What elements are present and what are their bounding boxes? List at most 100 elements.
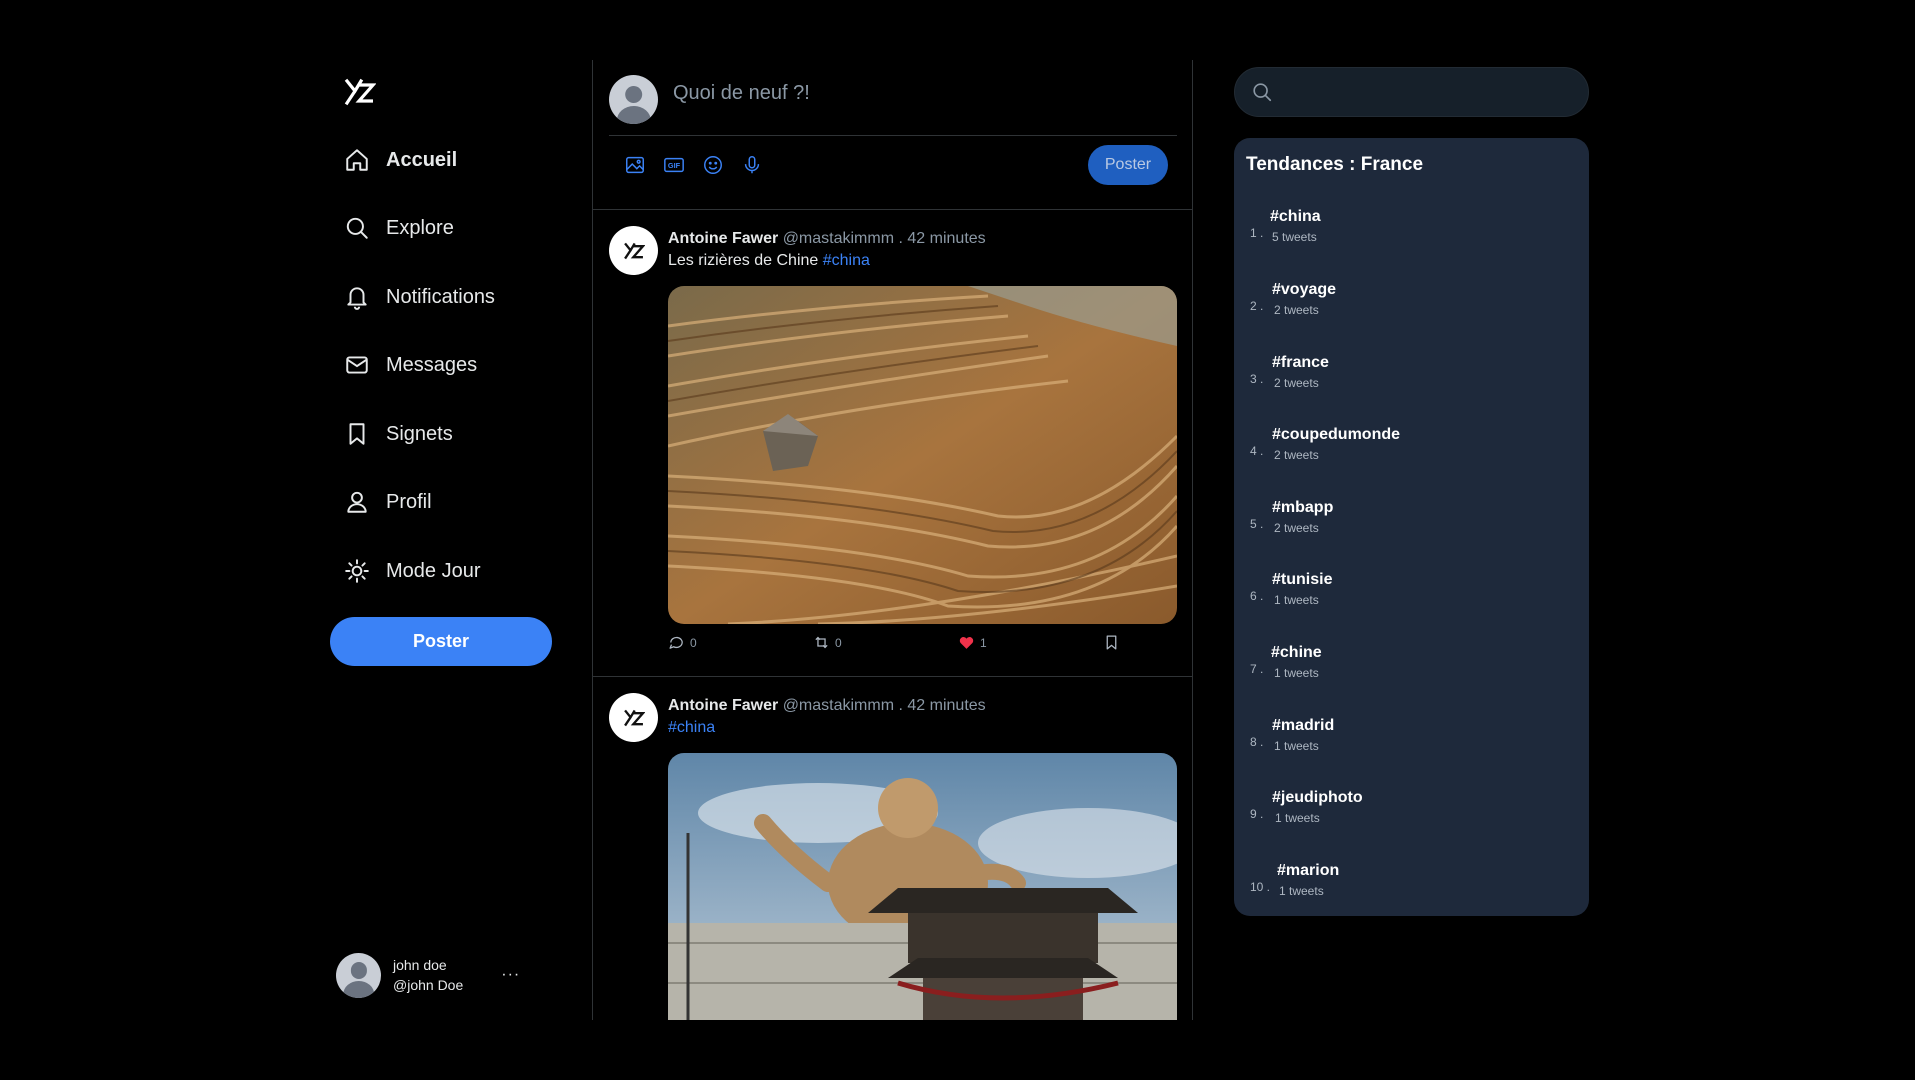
trend-item[interactable]: 8 . #madrid 1 tweets — [1250, 717, 1570, 777]
hashtag-link[interactable]: #china — [668, 719, 715, 736]
author-avatar[interactable] — [609, 226, 658, 275]
app-logo-icon — [623, 242, 645, 259]
tweet-image[interactable] — [668, 286, 1177, 624]
user-icon — [347, 491, 367, 513]
trend-item[interactable]: 6 . #tunisie 1 tweets — [1250, 571, 1570, 631]
user-name: john doe — [393, 957, 447, 973]
trend-item[interactable]: 7 . #chine 1 tweets — [1250, 644, 1570, 704]
avatar — [609, 75, 658, 124]
nav-label: Notifications — [386, 285, 495, 308]
trends-title: Tendances : France — [1246, 154, 1424, 175]
trend-item[interactable]: 9 . #jeudiphoto 1 tweets — [1250, 789, 1570, 849]
image-icon[interactable] — [624, 154, 646, 176]
gif-icon[interactable]: GIF — [663, 154, 685, 176]
trend-count: 2 tweets — [1274, 376, 1319, 390]
nav-item-signets[interactable]: Signets — [344, 414, 453, 454]
trend-count: 1 tweets — [1274, 739, 1319, 753]
author-name[interactable]: Antoine Fawer — [668, 697, 778, 714]
nav-label: Explore — [386, 216, 454, 239]
trend-hashtag[interactable]: #tunisie — [1272, 571, 1332, 589]
bookmark-icon — [349, 423, 365, 445]
hashtag-link[interactable]: #china — [823, 252, 870, 269]
trend-rank: 10 . — [1250, 880, 1271, 894]
nav-item-messages[interactable]: Messages — [344, 345, 477, 385]
tweet[interactable]: Antoine Fawer @mastakimmm . 42 minutes L… — [593, 210, 1192, 677]
tweet-time: . 42 minutes — [898, 697, 986, 714]
app-logo-icon[interactable] — [344, 76, 377, 108]
nav-item-notifications[interactable]: Notifications — [344, 277, 495, 317]
trend-count: 1 tweets — [1275, 811, 1320, 825]
composer-post-button[interactable]: Poster — [1088, 145, 1168, 185]
bell-icon — [347, 287, 367, 310]
user-handle: @john Doe — [393, 977, 464, 993]
home-icon — [346, 149, 368, 171]
tweet[interactable]: Antoine Fawer @mastakimmm . 42 minutes #… — [593, 677, 1192, 1020]
trend-hashtag[interactable]: #madrid — [1272, 717, 1334, 735]
comment-icon — [669, 636, 683, 649]
trend-rank: 3 . — [1250, 372, 1264, 386]
mail-icon — [346, 356, 368, 374]
tweet-image[interactable] — [668, 753, 1177, 1020]
trend-count: 1 tweets — [1274, 593, 1319, 607]
trend-item[interactable]: 5 . #mbapp 2 tweets — [1250, 499, 1570, 559]
svg-text:GIF: GIF — [668, 161, 681, 170]
nav-item-explore[interactable]: Explore — [344, 208, 454, 248]
nav-item-profil[interactable]: Profil — [344, 482, 432, 522]
trend-count: 1 tweets — [1279, 884, 1324, 898]
tweet-text: #china — [668, 719, 715, 737]
nav-label: Accueil — [386, 148, 458, 171]
trend-hashtag[interactable]: #jeudiphoto — [1272, 789, 1363, 807]
tweet-composer: Quoi de neuf ?! GIF Poster — [593, 60, 1192, 210]
author-handle[interactable]: @mastakimmm — [783, 230, 894, 247]
comment-count: 0 — [690, 635, 697, 650]
compose-input[interactable]: Quoi de neuf ?! — [673, 82, 810, 105]
search-icon — [346, 217, 368, 239]
author-handle[interactable]: @mastakimmm — [783, 697, 894, 714]
poster-button[interactable]: Poster — [330, 617, 552, 666]
main-feed: Quoi de neuf ?! GIF Poster Antoine Fawer… — [592, 60, 1193, 1020]
trend-rank: 6 . — [1250, 589, 1264, 603]
author-name[interactable]: Antoine Fawer — [668, 230, 778, 247]
like-count: 1 — [980, 635, 987, 650]
tweet-text: Les rizières de Chine #china — [668, 252, 870, 270]
search-input[interactable] — [1283, 83, 1563, 101]
sun-icon — [345, 559, 369, 583]
trend-rank: 9 . — [1250, 807, 1264, 821]
trend-hashtag[interactable]: #coupedumonde — [1272, 426, 1400, 444]
trend-item[interactable]: 4 . #coupedumonde 2 tweets — [1250, 426, 1570, 486]
nav-item-accueil[interactable]: Accueil — [344, 140, 457, 180]
retweet-icon — [815, 636, 828, 649]
more-options-icon[interactable]: ··· — [501, 966, 520, 984]
trend-hashtag[interactable]: #mbapp — [1272, 499, 1333, 517]
nav-label: Messages — [386, 353, 478, 376]
account-switcher[interactable]: john doe @john Doe ··· — [336, 950, 546, 1000]
trend-rank: 2 . — [1250, 299, 1264, 313]
trend-hashtag[interactable]: #marion — [1277, 862, 1339, 880]
microphone-icon[interactable] — [741, 154, 763, 176]
nav-label: Mode Jour — [386, 559, 481, 582]
trend-item[interactable]: 3 . #france 2 tweets — [1250, 354, 1570, 414]
trend-item[interactable]: 10 . #marion 1 tweets — [1250, 862, 1570, 922]
nav-item-mode-jour[interactable]: Mode Jour — [344, 551, 481, 591]
app-logo-icon — [623, 709, 645, 726]
trend-hashtag[interactable]: #chine — [1271, 644, 1322, 662]
retweet-button[interactable]: 0 — [813, 634, 842, 651]
left-sidebar: Accueil Explore Notifications Messages S… — [330, 60, 560, 1020]
trend-hashtag[interactable]: #china — [1270, 208, 1321, 226]
trend-rank: 1 . — [1250, 226, 1264, 240]
bookmark-button[interactable] — [1103, 634, 1120, 651]
trend-hashtag[interactable]: #france — [1272, 354, 1329, 372]
author-avatar[interactable] — [609, 693, 658, 742]
trend-item[interactable]: 1 . #china 5 tweets — [1250, 208, 1570, 268]
bookmark-icon — [1106, 635, 1117, 650]
tweet-time: . 42 minutes — [898, 230, 986, 247]
trend-rank: 5 . — [1250, 517, 1264, 531]
trend-item[interactable]: 2 . #voyage 2 tweets — [1250, 281, 1570, 341]
trend-hashtag[interactable]: #voyage — [1272, 281, 1336, 299]
comment-button[interactable]: 0 — [668, 634, 697, 651]
emoji-icon[interactable] — [702, 154, 724, 176]
like-button[interactable]: 1 — [958, 634, 987, 651]
trend-rank: 8 . — [1250, 735, 1264, 749]
trend-count: 1 tweets — [1274, 666, 1319, 680]
search-bar[interactable] — [1234, 67, 1589, 117]
